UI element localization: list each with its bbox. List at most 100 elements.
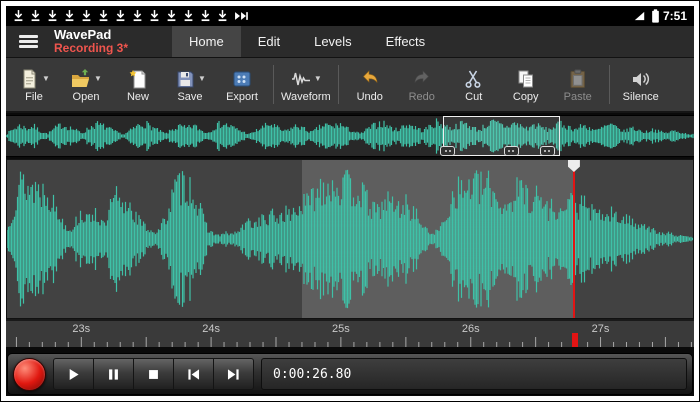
toolbar-button-label: New [127, 91, 149, 103]
open-icon [70, 68, 92, 90]
cut-button[interactable]: Cut [450, 66, 498, 103]
skip-end-button[interactable] [214, 358, 254, 390]
menu-button[interactable] [6, 26, 50, 57]
tab-effects[interactable]: Effects [369, 26, 443, 57]
status-right-icons [634, 9, 661, 23]
download-icon [13, 9, 24, 23]
toolbar-button-label: File [25, 91, 43, 103]
export-button[interactable]: Export [218, 66, 266, 103]
skip-start-button[interactable] [174, 358, 214, 390]
main-waveform-svg [7, 160, 693, 318]
toolbar-icon-row [567, 66, 589, 91]
time-display: 0:00:26.80 [261, 358, 687, 390]
toolbar-button-label: Export [226, 91, 258, 103]
file-button[interactable]: ▼ File [10, 66, 58, 103]
tab-home[interactable]: Home [172, 26, 241, 57]
pause-icon [105, 366, 122, 383]
overview-strip[interactable] [6, 115, 694, 157]
download-icon [132, 9, 143, 23]
status-clock: 7:51 [663, 9, 687, 23]
playback-cursor[interactable] [573, 160, 575, 318]
title-block: WavePad Recording 3* [50, 26, 172, 57]
toolbar-divider [338, 65, 339, 104]
toolbar-icon-row [359, 66, 381, 91]
toolbar-icon-row: ▼ [18, 66, 50, 91]
silence-button[interactable]: Silence [617, 66, 665, 103]
document-title: Recording 3* [54, 42, 172, 55]
tab-bar: HomeEditLevelsEffects [172, 26, 442, 57]
copy-button[interactable]: Copy [502, 66, 550, 103]
ruler-label: 26s [462, 323, 480, 335]
undo-button[interactable]: Undo [346, 66, 394, 103]
paste-icon [567, 68, 589, 90]
play-icon [65, 366, 82, 383]
timeline-ruler[interactable]: 23s 24s 25s 26s 27s [6, 319, 694, 347]
transport-bar: 0:00:26.80 [7, 353, 693, 395]
download-icon [217, 9, 228, 23]
app-header: WavePad Recording 3* HomeEditLevelsEffec… [6, 26, 694, 58]
dropdown-arrow-icon: ▼ [198, 75, 206, 83]
undo-icon [359, 68, 381, 90]
status-bar: 7:51 [6, 6, 694, 26]
toolbar-icon-row [630, 66, 652, 91]
toolbar-icon-row: ▼ [70, 66, 102, 91]
dropdown-arrow-icon: ▼ [94, 75, 102, 83]
new-button[interactable]: New [114, 66, 162, 103]
toolbar-button-label: Undo [357, 91, 383, 103]
battery-icon [650, 9, 661, 23]
redo-button[interactable]: Redo [398, 66, 446, 103]
playhead-marker[interactable] [572, 333, 578, 347]
save-button[interactable]: ▼Save [166, 66, 214, 103]
download-icon [166, 9, 177, 23]
selection-handle[interactable] [440, 146, 455, 156]
tab-edit[interactable]: Edit [241, 26, 297, 57]
save-icon [174, 68, 196, 90]
toolbar: ▼ File ▼Open New ▼Save Export ▼Waveform Undo Red… [6, 58, 694, 113]
file-icon [18, 68, 40, 90]
toolbar-icon-row: ▼ [290, 66, 322, 91]
toolbar-button-label: Paste [564, 91, 592, 103]
download-icon [200, 9, 211, 23]
download-icon [98, 9, 109, 23]
skip-end-icon [225, 366, 242, 383]
open-button[interactable]: ▼Open [62, 66, 110, 103]
selection-handle[interactable] [504, 146, 519, 156]
download-icon [183, 9, 194, 23]
main-waveform-view[interactable] [6, 159, 694, 319]
wifi-icon [634, 9, 645, 23]
stop-button[interactable] [134, 358, 174, 390]
status-left-icons [13, 9, 634, 23]
toolbar-divider [609, 65, 610, 104]
toolbar-button-label: Redo [409, 91, 435, 103]
toolbar-icon-row [127, 66, 149, 91]
toolbar-button-label: Copy [513, 91, 539, 103]
record-button[interactable] [13, 358, 46, 391]
skip-start-icon [185, 366, 202, 383]
redo-icon [411, 68, 433, 90]
ruler-label: 23s [72, 323, 90, 335]
toolbar-icon-row [231, 66, 253, 91]
transport-button-strip [53, 358, 254, 390]
cut-icon [463, 68, 485, 90]
download-icon [115, 9, 126, 23]
download-icon [149, 9, 160, 23]
play-button[interactable] [53, 358, 94, 390]
toolbar-button-label: Silence [623, 91, 659, 103]
wavepad-app: 7:51 WavePad Recording 3* HomeEditLevels… [6, 6, 694, 396]
toolbar-divider [273, 65, 274, 104]
hamburger-icon [19, 32, 38, 50]
media-skip-icon [234, 9, 249, 23]
ruler-label: 25s [332, 323, 350, 335]
pause-button[interactable] [94, 358, 134, 390]
copy-icon [515, 68, 537, 90]
tab-levels[interactable]: Levels [297, 26, 369, 57]
waveform-button[interactable]: ▼Waveform [281, 66, 331, 103]
paste-button[interactable]: Paste [554, 66, 602, 103]
download-icon [81, 9, 92, 23]
new-icon [127, 68, 149, 90]
ruler-label: 24s [202, 323, 220, 335]
toolbar-icon-row [515, 66, 537, 91]
ruler-label: 27s [592, 323, 610, 335]
dropdown-arrow-icon: ▼ [42, 75, 50, 83]
selection-handle[interactable] [540, 146, 555, 156]
